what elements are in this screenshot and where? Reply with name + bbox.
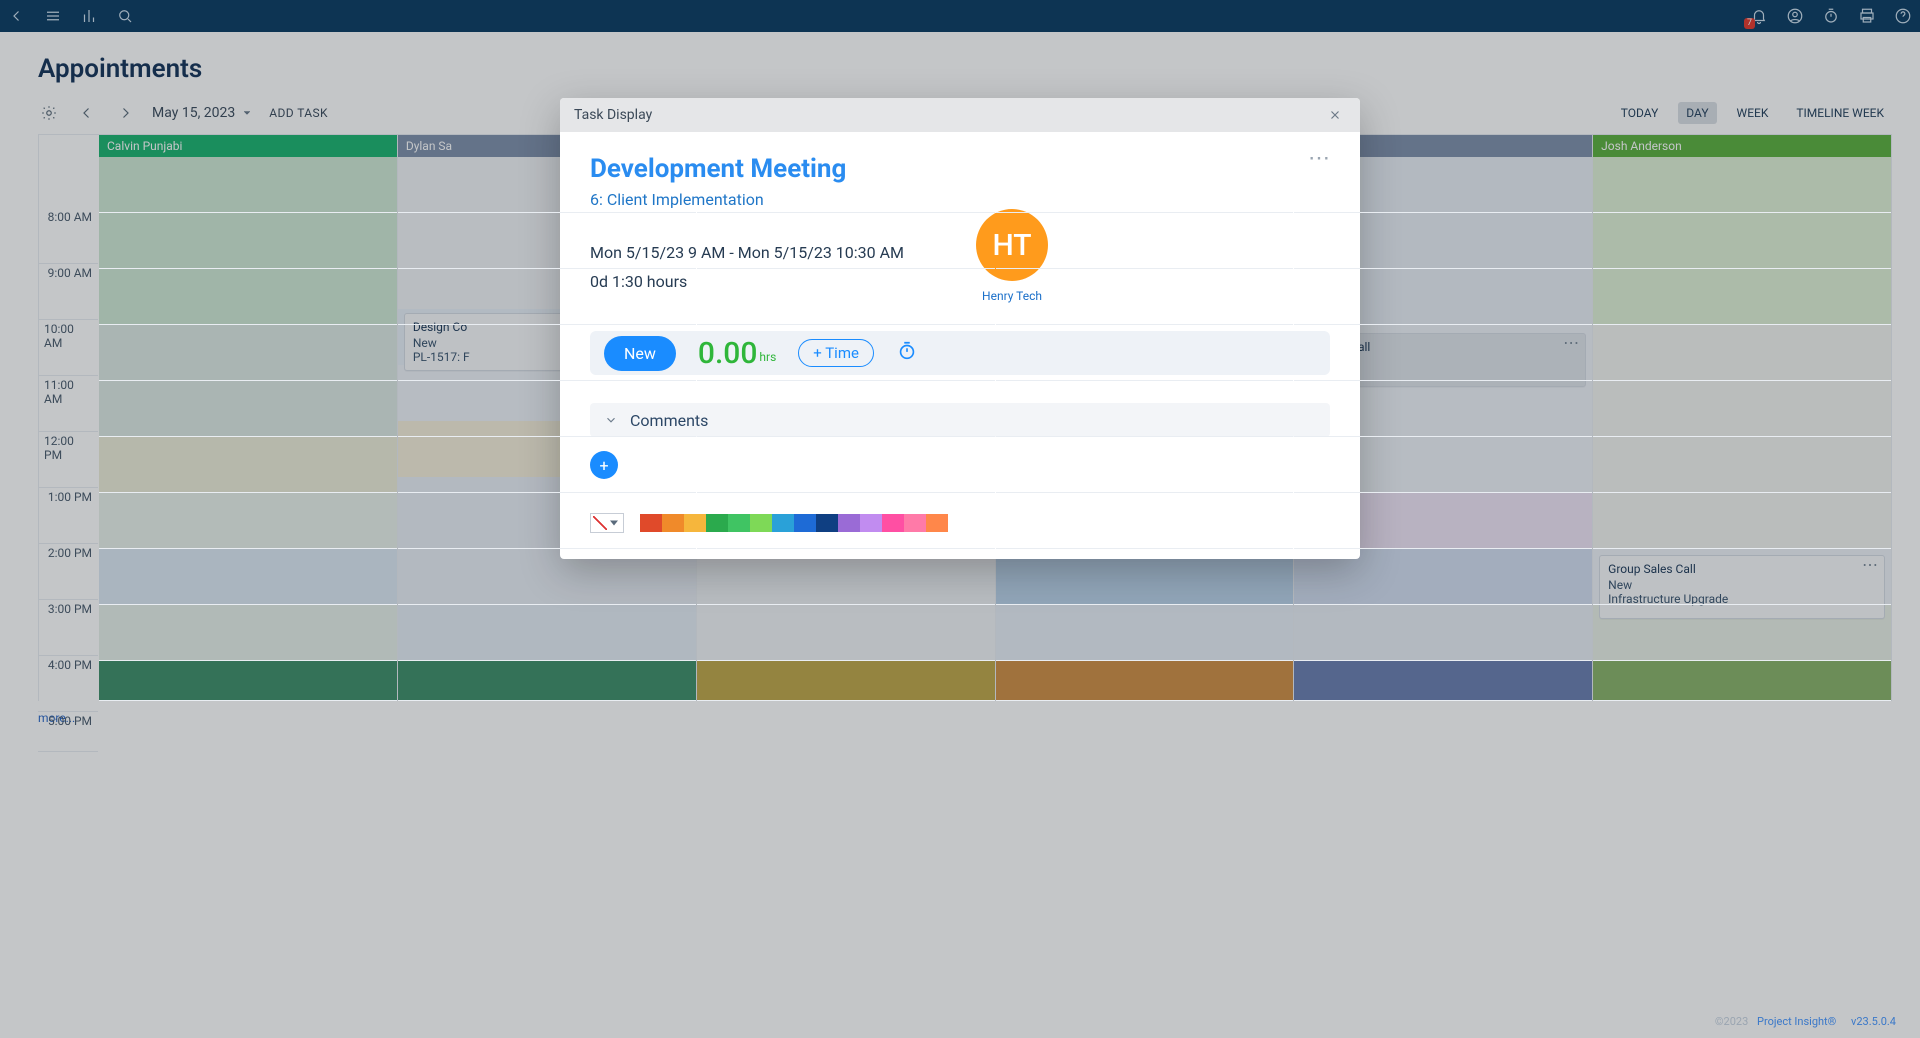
close-icon[interactable] bbox=[1324, 104, 1346, 126]
person-col-3 bbox=[697, 135, 996, 701]
person-col-1: Calvin Punjabi bbox=[99, 135, 398, 701]
modal-header: Task Display bbox=[560, 98, 1360, 132]
person-col-4 bbox=[996, 135, 1295, 701]
person-col-6: Josh Anderson ⋯ Group Sales Call New Inf… bbox=[1593, 135, 1892, 701]
footer-version[interactable]: v23.5.0.4 bbox=[1851, 1015, 1896, 1028]
person-col-2: Dylan Sa Design Co New PL-1517: F bbox=[398, 135, 697, 701]
person-col-5: ⋯ Weekly Call Q3 bbox=[1294, 135, 1593, 701]
footer: ©2023 Project Insight® v23.5.0.4 bbox=[1715, 1015, 1902, 1028]
footer-copyright: ©2023 bbox=[1715, 1015, 1748, 1028]
calendar: Calvin Punjabi Dylan Sa Design Co New PL… bbox=[38, 134, 1892, 701]
modal-title: Task Display bbox=[574, 107, 652, 123]
footer-brand[interactable]: Project Insight® bbox=[1757, 1015, 1836, 1028]
